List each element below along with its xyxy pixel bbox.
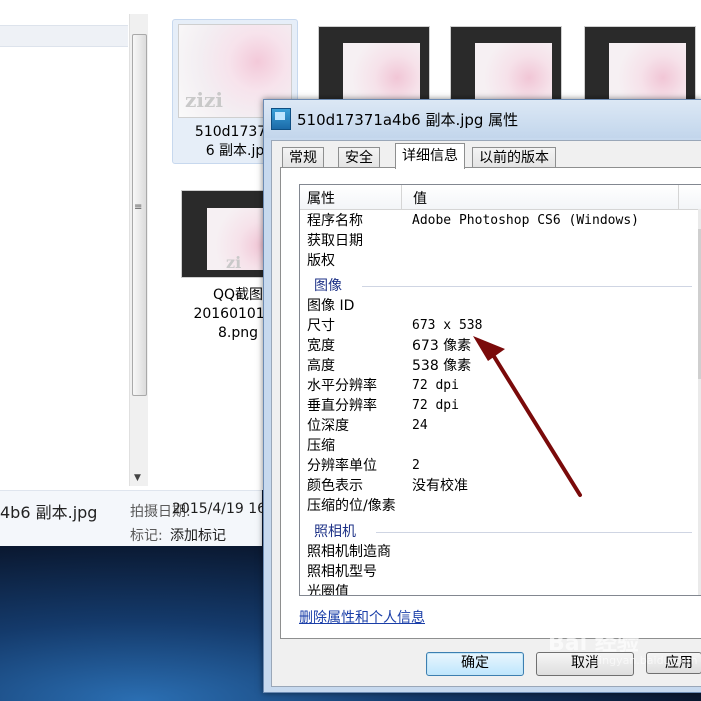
tab-previous-versions[interactable]: 以前的版本 [472, 147, 556, 168]
column-header-property[interactable]: 属性 [307, 188, 335, 208]
property-value: 72 dpi [412, 398, 459, 413]
file-tile[interactable] [578, 26, 701, 108]
add-tag-field[interactable]: 添加标记 [170, 525, 226, 545]
group-header: 图像 [314, 276, 692, 296]
property-name: 尺寸 [307, 318, 335, 334]
scroll-down-icon[interactable]: ▼ [134, 473, 141, 483]
tags-label: 标记: [130, 528, 163, 544]
baidu-watermark-url: jingyan.baidu.com [596, 654, 698, 667]
image-file-icon [271, 108, 291, 130]
thumbnail-watermark: zi [226, 253, 242, 272]
details-tab-panel: 属性 值 程序名称 Adobe Photoshop CS6 (Windows) 获取… [280, 167, 701, 639]
explorer-scrollbar[interactable]: ≡ ▼ [129, 14, 148, 486]
dialog-title: 510d17371a4b6 副本.jpg 属性 [297, 111, 519, 129]
property-name: 位深度 [307, 418, 349, 434]
file-thumbnail [318, 26, 430, 108]
property-name: 获取日期 [307, 233, 363, 249]
file-thumbnail [584, 26, 696, 108]
property-list[interactable]: 属性 值 程序名称 Adobe Photoshop CS6 (Windows) 获取… [299, 184, 701, 596]
file-thumbnail [450, 26, 562, 108]
property-name: 图像 ID [307, 298, 355, 314]
file-tile[interactable] [312, 26, 436, 108]
property-name: 垂直分辨率 [307, 398, 377, 414]
property-name: 分辨率单位 [307, 458, 377, 474]
details-file-name: 4b6 副本.jpg [0, 503, 98, 522]
property-name: 颜色表示 [307, 478, 363, 494]
tab-general[interactable]: 常规 [282, 147, 324, 168]
group-title: 照相机 [314, 524, 356, 540]
remove-properties-link[interactable]: 删除属性和个人信息 [299, 607, 425, 627]
property-value: 72 dpi [412, 378, 459, 393]
property-name: 程序名称 [307, 213, 363, 229]
property-value: 673 像素 [412, 338, 472, 354]
property-value: 24 [412, 418, 428, 433]
date-taken-value[interactable]: 2015/4/19 16 [172, 501, 266, 517]
property-name: 照相机型号 [307, 564, 377, 580]
group-header: 照相机 [314, 522, 692, 542]
list-header: 属性 值 [300, 185, 701, 210]
scrollbar-grip-icon: ≡ [134, 202, 143, 213]
property-name: 照相机制造商 [307, 544, 391, 560]
dialog-titlebar[interactable]: 510d17371a4b6 副本.jpg 属性 [264, 100, 701, 138]
ok-button[interactable]: 确定 [426, 652, 524, 676]
baidu-watermark: Bai 经验 [548, 631, 639, 656]
property-name: 宽度 [307, 338, 335, 354]
property-value: 673 x 538 [412, 318, 483, 333]
nav-selected-item[interactable] [0, 25, 128, 47]
property-name: 压缩 [307, 438, 335, 454]
scrollbar-thumb[interactable] [132, 34, 147, 396]
thumbnail-watermark: zizi [185, 88, 223, 112]
properties-dialog: 510d17371a4b6 副本.jpg 属性 常规 安全 详细信息 以前的版本… [263, 99, 701, 693]
property-name: 压缩的位/像素 [307, 498, 396, 514]
property-value: 538 像素 [412, 358, 472, 374]
file-tile[interactable] [444, 26, 568, 108]
property-value: Adobe Photoshop CS6 (Windows) [412, 213, 639, 228]
property-value: 没有校准 [412, 478, 468, 494]
explorer-window: ≡ ▼ zizi 510d17371 6 副本.jp zi QQ截图 20160… [0, 0, 701, 546]
tab-security[interactable]: 安全 [338, 147, 380, 168]
column-header-value[interactable]: 值 [413, 188, 427, 208]
property-name: 高度 [307, 358, 335, 374]
details-pane: 4b6 副本.jpg 拍摄日期: 2015/4/19 16 标记: 添加标记 [0, 490, 266, 546]
property-value: 2 [412, 458, 420, 473]
property-name: 水平分辨率 [307, 378, 377, 394]
property-name: 版权 [307, 253, 335, 269]
tab-details[interactable]: 详细信息 [395, 143, 465, 169]
navigation-pane [0, 0, 128, 490]
property-name: 光圈值 [307, 584, 349, 596]
group-title: 图像 [314, 278, 342, 294]
